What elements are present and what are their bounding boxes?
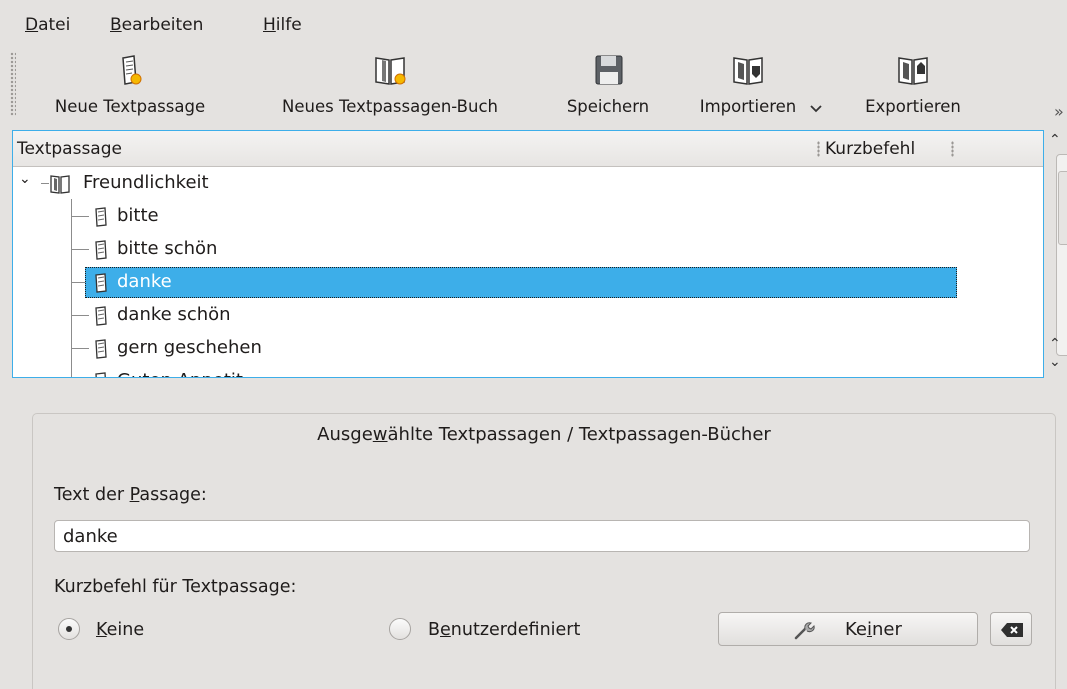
import-label: Importieren: [699, 97, 797, 116]
book-icon: [50, 175, 70, 194]
save-button[interactable]: Speichern: [550, 44, 666, 126]
tree-item-label: bitte schön: [117, 238, 218, 259]
column-header-phrase[interactable]: Textpassage: [17, 139, 122, 159]
new-book-button[interactable]: Neues Textpassagen-Buch: [250, 44, 530, 126]
new-book-label: Neues Textpassagen-Buch: [282, 97, 498, 116]
tree-item-phrase[interactable]: bitte: [13, 200, 1043, 233]
export-button[interactable]: Exportieren: [848, 44, 978, 126]
export-icon: [898, 57, 928, 85]
radio-custom-label[interactable]: Benutzerdefiniert: [428, 619, 580, 641]
key-shortcut-button[interactable]: Keiner: [718, 612, 978, 646]
tree-item-label: danke schön: [117, 304, 231, 325]
tree-item-phrase[interactable]: bitte schön: [13, 233, 1043, 266]
clear-shortcut-button[interactable]: [990, 612, 1032, 646]
menu-datei[interactable]: Datei: [25, 15, 70, 35]
phrase-tree[interactable]: Textpassage Kurzbefehl ⌄ Freundlichkeit …: [12, 130, 1044, 378]
tree-branch-line: [71, 249, 89, 250]
tree-scrollbar[interactable]: ⌃ ⌃ ⌄: [1048, 130, 1067, 380]
menu-hilfe-mnemonic: H: [263, 15, 276, 35]
phrase-icon: [95, 339, 107, 359]
scroll-up-icon[interactable]: ⌃: [1049, 336, 1061, 352]
save-label: Speichern: [566, 97, 650, 116]
tree-item-label: Freundlichkeit: [83, 172, 209, 193]
tree-item-label: danke: [117, 271, 172, 292]
tree-item-phrase[interactable]: Guten Appetit: [13, 365, 1043, 377]
floppy-save-icon: [595, 55, 623, 85]
phrase-icon: [95, 372, 106, 377]
chevron-down-icon[interactable]: [808, 100, 824, 116]
menu-bearbeiten[interactable]: Bearbeiten: [110, 15, 203, 35]
tree-branch-line: [71, 315, 89, 316]
new-phrase-label: Neue Textpassage: [54, 97, 206, 116]
import-button[interactable]: Importieren: [680, 44, 816, 126]
shortcut-label: Kurzbefehl für Textpassage:: [54, 577, 297, 597]
menu-hilfe[interactable]: Hilfe: [263, 15, 302, 35]
menu-hilfe-label: ilfe: [275, 15, 302, 35]
menu-datei-label: atei: [38, 15, 71, 35]
tree-branch-line: [71, 348, 89, 349]
tree-item-phrase[interactable]: danke schön: [13, 299, 1043, 332]
book-new-icon: [375, 57, 406, 85]
tree-item-label: Guten Appetit: [117, 370, 243, 377]
scroll-up-icon[interactable]: ⌃: [1049, 132, 1061, 148]
phrase-text-field[interactable]: [54, 520, 1030, 552]
clear-left-icon: [1001, 623, 1023, 637]
toolbar-grip[interactable]: [10, 52, 16, 116]
chevron-down-icon[interactable]: ⌄: [19, 171, 31, 187]
phrase-icon: [95, 273, 107, 293]
radio-none-label[interactable]: Keine: [96, 619, 144, 641]
phrase-icon: [95, 306, 107, 326]
tree-item-label: gern geschehen: [117, 337, 262, 358]
column-separator[interactable]: [817, 141, 820, 157]
radio-none[interactable]: [58, 618, 80, 640]
toolbar-extension-button[interactable]: »: [1054, 102, 1064, 121]
selection-highlight: [85, 267, 957, 298]
tree-item-label: bitte: [117, 205, 159, 226]
phrase-icon: [95, 207, 107, 227]
phrase-text-label: Text der Passage:: [54, 485, 207, 505]
tree-branch-line: [71, 216, 89, 217]
export-label: Exportieren: [865, 97, 961, 116]
column-separator[interactable]: [951, 141, 954, 157]
tree-header: Textpassage Kurzbefehl: [13, 131, 1043, 167]
tree-branch-line: [71, 282, 85, 283]
toolbar: Neue Textpassage Neues Textpassagen-Buch…: [0, 40, 1067, 130]
phrase-icon: [95, 240, 107, 260]
wrench-icon: [794, 622, 815, 640]
column-header-shortcut[interactable]: Kurzbefehl: [825, 139, 915, 159]
tree-item-phrase-selected[interactable]: danke: [13, 266, 1043, 299]
menu-bearbeiten-mnemonic: B: [110, 15, 122, 35]
scroll-down-icon[interactable]: ⌄: [1049, 354, 1061, 370]
new-phrase-button[interactable]: Neue Textpassage: [30, 44, 230, 126]
radio-custom[interactable]: [389, 618, 411, 640]
group-title: Ausgewählte Textpassagen / Textpassagen-…: [317, 424, 771, 445]
scrollbar-thumb[interactable]: [1058, 171, 1067, 245]
tree-item-book[interactable]: ⌄ Freundlichkeit: [13, 167, 1043, 200]
tree-item-phrase[interactable]: gern geschehen: [13, 332, 1043, 365]
menu-datei-mnemonic: D: [25, 15, 39, 35]
phrase-new-icon: [122, 55, 142, 85]
import-icon: [733, 57, 763, 85]
scrollbar-track[interactable]: [1056, 154, 1067, 356]
menubar: Datei Bearbeiten Hilfe: [0, 0, 1067, 40]
key-shortcut-label: Keiner: [845, 619, 902, 640]
menu-bearbeiten-label: earbeiten: [121, 15, 204, 35]
